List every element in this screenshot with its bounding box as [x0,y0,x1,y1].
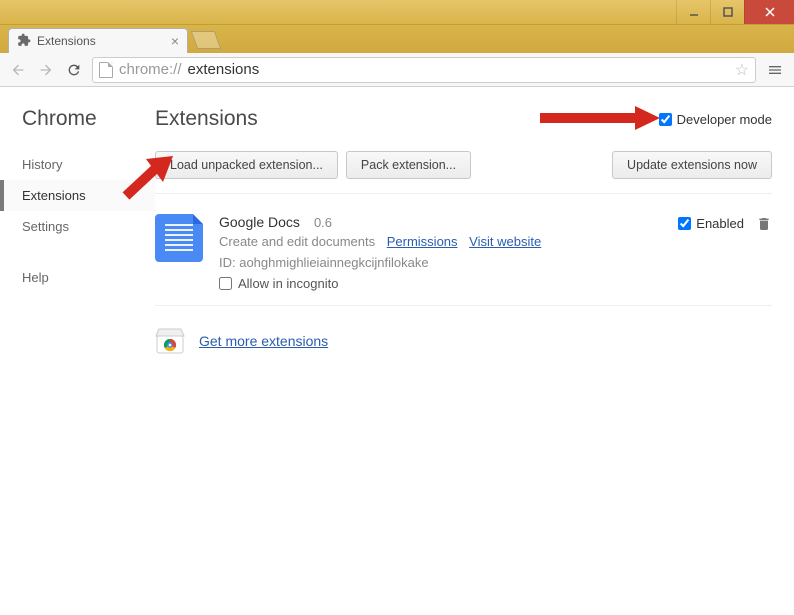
extension-app-icon [155,214,203,262]
sidebar-item-settings[interactable]: Settings [0,211,155,242]
update-extensions-button[interactable]: Update extensions now [612,151,772,179]
chrome-menu-button[interactable] [764,59,786,81]
get-more-extensions-link[interactable]: Get more extensions [199,333,328,349]
extensions-panel: Extensions Developer mode Load unpacked … [155,87,794,615]
panel-header: Extensions Developer mode [155,107,772,145]
window-close-button[interactable] [744,0,794,24]
allow-incognito-checkbox[interactable] [219,277,232,290]
tab-strip: Extensions × [0,25,794,53]
load-unpacked-button[interactable]: Load unpacked extension... [155,151,338,179]
url-scheme: chrome:// [119,61,182,78]
new-tab-button[interactable] [191,31,222,49]
tab-title: Extensions [37,34,96,48]
allow-incognito-toggle[interactable]: Allow in incognito [219,276,662,291]
extension-id: ID: aohghmighlieiainnegkcijnfilokake [219,255,662,270]
trash-icon[interactable] [756,216,772,232]
sidebar-title: Chrome [0,107,155,149]
developer-mode-checkbox[interactable] [659,113,672,126]
page-content: Chrome History Extensions Settings Help … [0,87,794,615]
allow-incognito-label: Allow in incognito [238,276,338,291]
enabled-toggle[interactable]: Enabled [678,216,744,231]
browser-toolbar: chrome:// extensions ☆ [0,53,794,87]
forward-button[interactable] [36,60,56,80]
enabled-checkbox[interactable] [678,217,691,230]
page-icon [99,62,113,78]
tab-close-button[interactable]: × [171,34,179,48]
extension-controls: Enabled [678,214,772,291]
developer-mode-toggle[interactable]: Developer mode [659,112,772,127]
visit-website-link[interactable]: Visit website [469,234,541,249]
puzzle-icon [17,33,31,50]
get-more-extensions-row: Get more extensions [155,306,772,354]
window-minimize-button[interactable] [676,0,710,24]
extension-details: Google Docs 0.6 Create and edit document… [219,214,662,291]
reload-button[interactable] [64,60,84,80]
extension-description: Create and edit documents [219,234,375,249]
url-path: extensions [188,61,260,78]
pack-extension-button[interactable]: Pack extension... [346,151,471,179]
page-title: Extensions [155,107,258,131]
back-button[interactable] [8,60,28,80]
developer-button-row: Load unpacked extension... Pack extensio… [155,145,772,194]
extension-item: Google Docs 0.6 Create and edit document… [155,194,772,306]
address-bar[interactable]: chrome:// extensions ☆ [92,57,756,83]
extension-name: Google Docs [219,214,300,230]
window-titlebar [0,0,794,25]
sidebar-item-history[interactable]: History [0,149,155,180]
developer-mode-label: Developer mode [677,112,772,127]
sidebar-item-help[interactable]: Help [0,262,155,293]
sidebar-item-extensions[interactable]: Extensions [0,180,155,211]
settings-sidebar: Chrome History Extensions Settings Help [0,87,155,615]
permissions-link[interactable]: Permissions [387,234,458,249]
browser-tab[interactable]: Extensions × [8,28,188,53]
web-store-icon [155,328,185,354]
enabled-label: Enabled [696,216,744,231]
window-maximize-button[interactable] [710,0,744,24]
extension-version: 0.6 [314,215,332,230]
bookmark-star-icon[interactable]: ☆ [735,60,749,80]
